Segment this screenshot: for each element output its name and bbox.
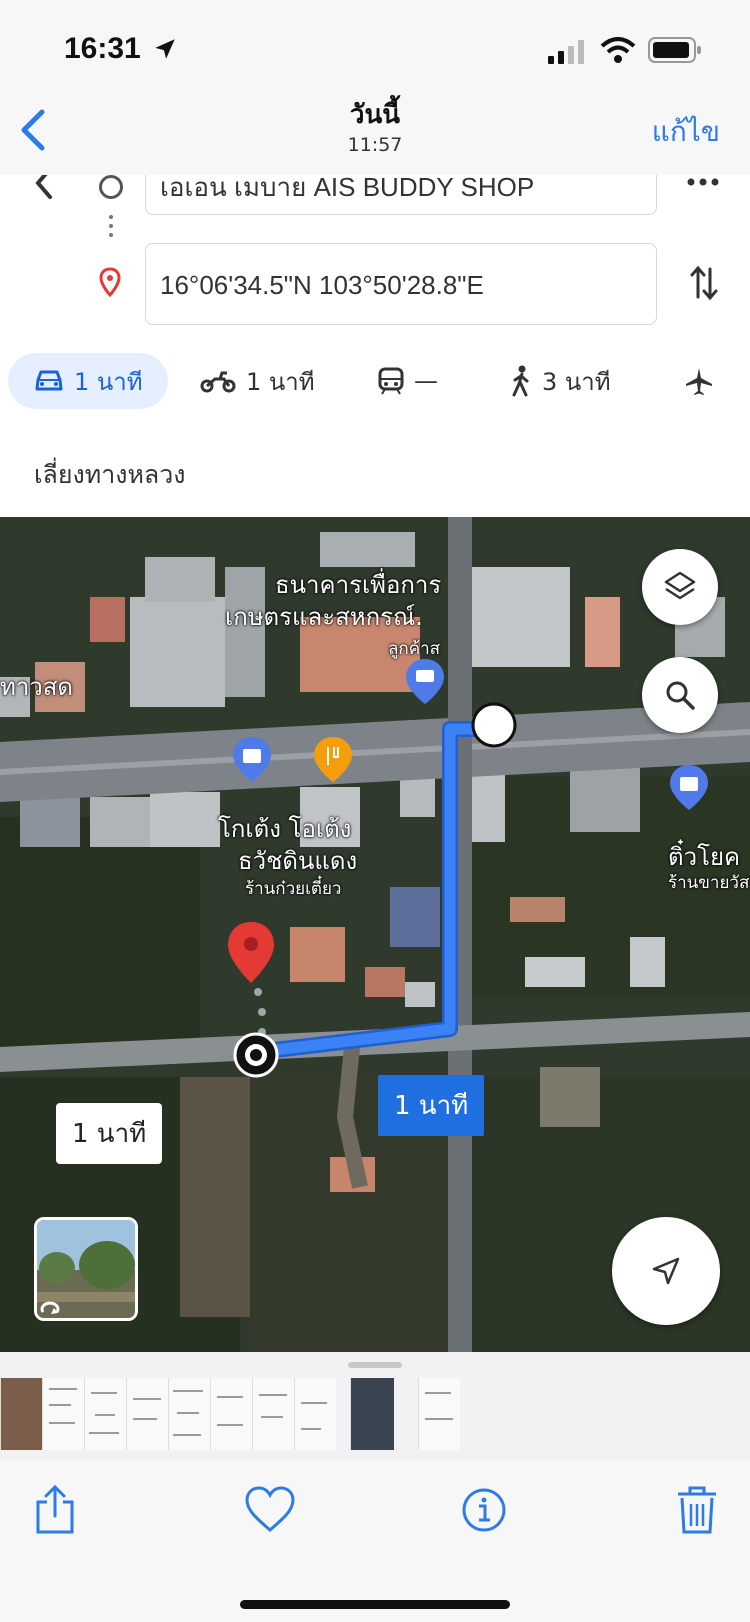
mode-flight-tab[interactable] xyxy=(684,353,714,409)
photo-thumbnail[interactable] xyxy=(210,1378,252,1450)
street-view-thumbnail[interactable] xyxy=(34,1217,138,1321)
layers-icon xyxy=(664,571,696,600)
car-icon xyxy=(35,370,63,391)
alt-route-duration-label[interactable]: 1 นาที xyxy=(56,1103,163,1164)
map-label-bank-line2: เกษตรและสหกรณ์. xyxy=(225,603,423,631)
route-summary-text: เลี่ยงทางหลวง xyxy=(34,460,186,489)
photo-thumbnail[interactable] xyxy=(294,1378,336,1450)
navigation-arrow-icon xyxy=(652,1257,680,1285)
map-label-shop-line3: ร้านก๋วยเตี๋ยว xyxy=(245,879,342,899)
heart-icon[interactable] xyxy=(244,1484,296,1536)
destination-pin-icon xyxy=(99,267,121,297)
mode-walk-tab[interactable]: 3 นาที xyxy=(510,353,611,409)
motorcycle-icon xyxy=(200,371,236,393)
photo-thumbnail[interactable] xyxy=(418,1378,460,1450)
transit-icon xyxy=(378,367,404,395)
status-bar: 16:31 xyxy=(0,0,750,90)
mode-walk-label: 3 นาที xyxy=(542,367,611,396)
photo-time-subtitle: 11:57 xyxy=(347,134,403,156)
photo-thumbnail[interactable] xyxy=(42,1378,84,1450)
travel-mode-row: 1 นาที 1 นาที — 3 นาที xyxy=(0,353,750,413)
photo-thumbnail[interactable] xyxy=(252,1378,294,1450)
mode-transit-tab[interactable]: — xyxy=(378,353,438,409)
origin-field[interactable]: เอเอน เมบาย AIS BUDDY SHOP xyxy=(145,175,657,215)
satellite-map[interactable]: ธนาคารเพื่อการ เกษตรและสหกรณ์. ลูกค้าส ท… xyxy=(0,517,750,1352)
film-strip-handle xyxy=(348,1362,402,1368)
photo-film-strip[interactable] xyxy=(0,1352,750,1460)
mode-motorcycle-tab[interactable]: 1 นาที xyxy=(200,353,315,409)
map-label-left-edge: ทาวสด xyxy=(0,673,74,701)
directions-header: เอเอน เมบาย AIS BUDDY SHOP 16°06'34.5"N … xyxy=(0,175,750,425)
flight-icon xyxy=(686,368,712,395)
map-search-button[interactable] xyxy=(642,657,718,733)
layers-button[interactable] xyxy=(642,549,718,625)
info-icon[interactable] xyxy=(460,1484,508,1536)
swap-direction-icon[interactable] xyxy=(688,263,720,303)
location-arrow-icon xyxy=(155,39,175,59)
mode-car-tab[interactable]: 1 นาที xyxy=(8,353,168,409)
battery-icon xyxy=(648,37,701,63)
bottom-toolbar xyxy=(0,1460,750,1622)
route-duration-label[interactable]: 1 นาที xyxy=(378,1075,485,1136)
trash-icon[interactable] xyxy=(674,1484,720,1536)
status-time: 16:31 xyxy=(64,32,141,65)
search-icon xyxy=(666,681,695,710)
photo-thumbnail[interactable] xyxy=(126,1378,168,1450)
share-icon[interactable] xyxy=(32,1484,78,1536)
photo-thumbnail[interactable] xyxy=(168,1378,210,1450)
mode-transit-label: — xyxy=(414,367,438,395)
photo-date-title: วันนี้ xyxy=(349,100,401,130)
street-view-image xyxy=(37,1220,135,1318)
mode-motorcycle-label: 1 นาที xyxy=(246,367,315,396)
photo-thumbnail-selected[interactable] xyxy=(350,1378,394,1450)
photo-thumbnail[interactable] xyxy=(0,1378,42,1450)
navigate-button[interactable] xyxy=(612,1217,720,1325)
walk-icon xyxy=(512,365,529,397)
wifi-icon xyxy=(600,37,636,63)
cellular-signal-icon xyxy=(548,40,584,64)
more-options-icon[interactable] xyxy=(686,175,720,189)
home-indicator[interactable] xyxy=(240,1600,510,1609)
back-arrow-icon[interactable] xyxy=(30,175,60,205)
photo-thumbnail[interactable] xyxy=(84,1378,126,1450)
photo-nav-bar: วันนี้ 11:57 แก้ไข xyxy=(0,90,750,175)
edit-button[interactable]: แก้ไข xyxy=(652,110,720,154)
photo-thumbnails[interactable] xyxy=(0,1378,750,1450)
destination-field[interactable]: 16°06'34.5"N 103°50'28.8"E xyxy=(145,243,657,325)
mode-car-label: 1 นาที xyxy=(74,367,143,396)
route-summary[interactable]: เลี่ยงทางหลวง xyxy=(0,425,750,517)
route-dots-icon xyxy=(108,215,114,242)
map-label-right-shop-line2: ร้านขายวัส xyxy=(668,873,750,893)
map-label-bank-short: ลูกค้าส xyxy=(388,639,441,659)
origin-circle-icon xyxy=(99,175,123,199)
